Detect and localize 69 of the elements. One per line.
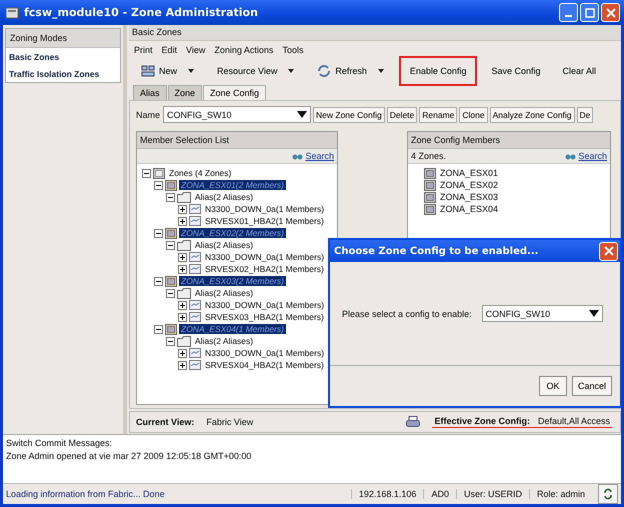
menu-item[interactable]: Zoning Actions xyxy=(214,45,274,55)
panel-title: Basic Zones xyxy=(129,25,621,41)
message-line: Zone Admin opened at vie mar 27 2009 12:05:18 GMT+00:00 xyxy=(6,451,252,462)
dialog-button[interactable]: OK xyxy=(538,376,567,396)
tree-item[interactable]: Alias(2 Aliases) xyxy=(193,192,256,202)
action-button[interactable]: Analyze Zone Config xyxy=(490,106,575,122)
tree-item[interactable]: N3300_DOWN_0a(1 Members) xyxy=(203,204,326,214)
action-button[interactable]: New Zone Config xyxy=(313,106,385,122)
action-button[interactable]: Clone xyxy=(459,106,488,122)
toolbar-button[interactable]: Save Config xyxy=(483,62,548,80)
menu-item[interactable]: Print xyxy=(134,45,153,55)
config-dropdown[interactable]: CONFIG_SW10 xyxy=(482,305,603,322)
tree-item[interactable]: Alias(2 Aliases) xyxy=(193,288,256,298)
tree-item[interactable]: ZONA_ESX04(1 Members) xyxy=(179,324,286,334)
status-field: AD0 xyxy=(423,489,456,499)
tree-item[interactable]: Alias(2 Aliases) xyxy=(193,240,256,250)
tree-item[interactable]: SRVESX02_HBA2(1 Members) xyxy=(203,264,326,274)
panel-header: Zone Config Members xyxy=(408,132,610,149)
tree-item[interactable]: ZONA_ESX03(2 Members) xyxy=(179,276,286,286)
search-link[interactable]: Search xyxy=(565,151,607,161)
toolbar-button[interactable]: Clear All xyxy=(554,62,604,80)
effective-config-label: Effective Zone Config: xyxy=(434,416,530,426)
toolbar-button[interactable]: Enable Config xyxy=(398,56,478,86)
tree-item[interactable]: N3300_DOWN_0a(1 Members) xyxy=(203,300,326,310)
current-view-value: Fabric View xyxy=(206,417,254,428)
status-field: User: USERID xyxy=(456,489,529,499)
tab[interactable]: Alias xyxy=(133,85,167,100)
action-button[interactable]: Rename xyxy=(419,106,458,122)
tab[interactable]: Zone Config xyxy=(203,85,266,100)
window-title: fcsw_module10 - Zone Administration xyxy=(24,6,259,19)
menu-item[interactable]: View xyxy=(186,45,206,55)
sidebar-title: Zoning Modes xyxy=(6,29,120,48)
config-member[interactable]: ZONA_ESX02 xyxy=(440,180,498,190)
messages-title: Switch Commit Messages: xyxy=(6,438,114,448)
tab[interactable]: Zone xyxy=(168,85,202,100)
tree-item[interactable]: SRVESX03_HBA2(1 Members) xyxy=(203,312,326,322)
zone-count: 4 Zones. xyxy=(411,151,446,161)
sidebar-item[interactable]: Traffic Isolation Zones xyxy=(6,65,120,82)
tree-item[interactable]: SRVESX01_HBA2(1 Members) xyxy=(203,216,326,226)
status-message: Loading information from Fabric... Done xyxy=(6,489,166,499)
dialog-button[interactable]: Cancel xyxy=(572,376,612,396)
toolbar-button[interactable]: New xyxy=(133,61,204,81)
status-field: Role: admin xyxy=(528,489,592,499)
effective-config-value: Default,All Access xyxy=(538,416,610,426)
tree-item[interactable]: ZONA_ESX01(2 Members) xyxy=(179,180,286,190)
dialog-title: Choose Zone Config to be enabled... xyxy=(334,246,538,256)
action-button[interactable]: Delete xyxy=(386,106,418,122)
sidebar-item[interactable]: Basic Zones xyxy=(6,48,120,65)
status-field: 192.168.1.106 xyxy=(350,489,424,499)
menu-item[interactable]: Edit xyxy=(162,45,178,55)
tree-item[interactable]: ZONA_ESX02(2 Members) xyxy=(179,228,286,238)
toolbar-button[interactable]: Resource View xyxy=(209,62,304,80)
name-label: Name xyxy=(136,110,160,120)
config-member[interactable]: ZONA_ESX01 xyxy=(440,168,498,178)
config-member[interactable]: ZONA_ESX03 xyxy=(440,192,498,202)
tree-item[interactable]: Alias(2 Aliases) xyxy=(193,336,256,346)
current-view-label: Current View: xyxy=(136,417,194,428)
dialog-prompt: Please select a config to enable: xyxy=(342,308,472,318)
search-link[interactable]: Search xyxy=(292,151,334,161)
action-button[interactable]: De xyxy=(576,106,594,122)
tree-item[interactable]: N3300_DOWN_0a(1 Members) xyxy=(203,252,326,262)
config-member[interactable]: ZONA_ESX04 xyxy=(440,204,498,214)
toolbar-button[interactable]: Refresh xyxy=(309,61,393,81)
tree-item[interactable]: N3300_DOWN_0a(1 Members) xyxy=(203,348,326,358)
panel-header: Member Selection List xyxy=(137,132,337,149)
menu-item[interactable]: Tools xyxy=(282,45,304,55)
name-dropdown[interactable]: CONFIG_SW10 xyxy=(163,106,312,123)
tree-item[interactable]: Zones (4 Zones) xyxy=(167,168,234,178)
tree-item[interactable]: SRVESX04_HBA2(1 Members) xyxy=(203,360,326,370)
